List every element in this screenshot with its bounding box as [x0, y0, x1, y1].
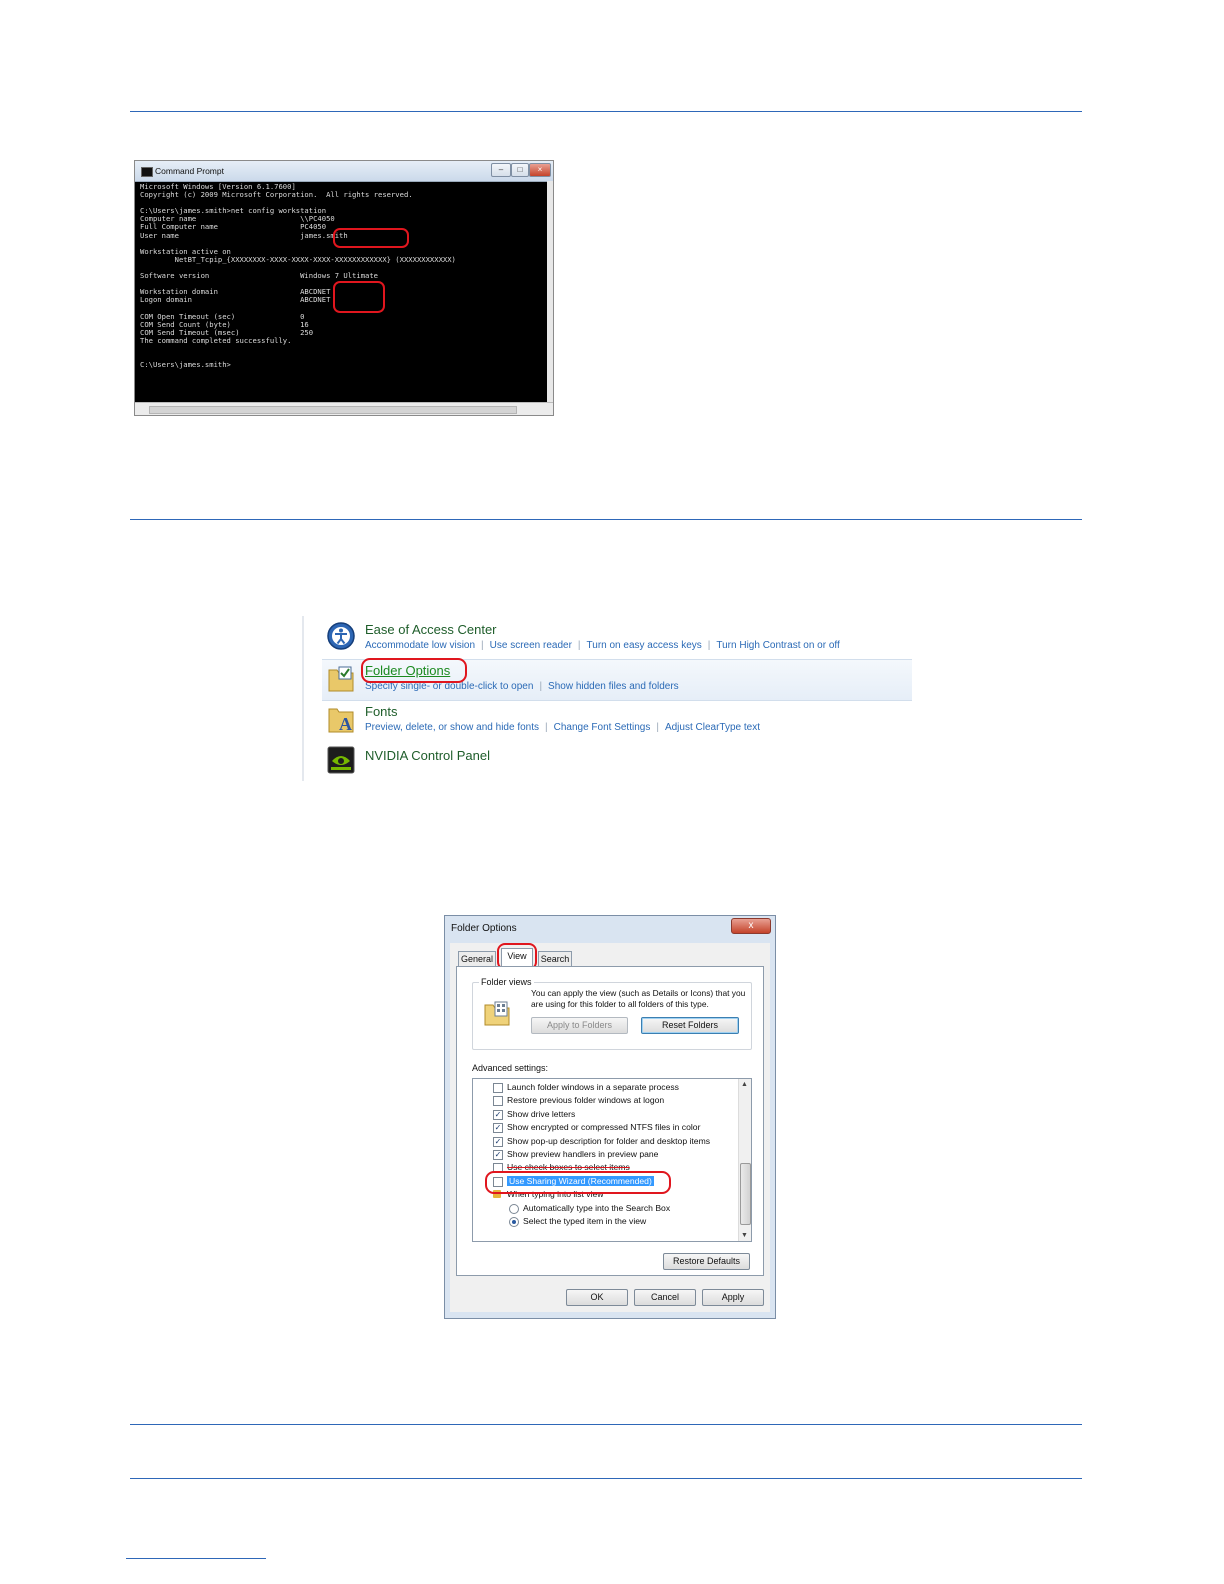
cp-link[interactable]: Preview, delete, or show and hide fonts — [365, 722, 539, 733]
console-line: The command completed successfully. — [140, 335, 292, 345]
folder-views-description: You can apply the view (such as Details … — [531, 988, 746, 1009]
command-prompt-title: Command Prompt — [155, 166, 224, 176]
restore-defaults-button[interactable]: Restore Defaults — [663, 1253, 750, 1270]
view-tab-panel: Folder views You can apply the view (suc… — [456, 966, 764, 1276]
setting-text: Launch folder windows in a separate proc… — [507, 1082, 679, 1092]
command-prompt-window: Command Prompt – □ × Microsoft Windows [… — [134, 160, 554, 416]
highlight-sharing-wizard — [485, 1170, 671, 1194]
setting-text: Show drive letters — [507, 1108, 576, 1119]
reset-folders-button[interactable]: Reset Folders — [641, 1017, 739, 1034]
setting-text: Show pop-up description for folder and d… — [507, 1135, 711, 1146]
setting-label[interactable]: Restore previous folder windows at logon — [507, 1094, 664, 1107]
setting-checkbox[interactable]: ✓ — [493, 1109, 503, 1120]
cp-link[interactable]: Use screen reader — [490, 640, 572, 651]
setting-label[interactable]: Automatically type into the Search Box — [523, 1202, 670, 1215]
cp-link[interactable]: Turn High Contrast on or off — [716, 640, 839, 651]
console-line: C:\Users\james.smith> — [140, 360, 231, 370]
setting-checkbox[interactable]: ✓ — [493, 1150, 503, 1160]
tab-search[interactable]: Search — [538, 951, 572, 966]
control-panel-list: Ease of Access Center Accommodate low vi… — [302, 616, 914, 781]
setting-radio[interactable] — [509, 1203, 519, 1214]
highlight-folder-options — [361, 658, 467, 683]
scroll-thumb[interactable] — [149, 406, 517, 414]
footnote-rule — [126, 1558, 266, 1559]
setting-text: Show encrypted or compressed NTFS files … — [507, 1122, 701, 1133]
section-rule-3 — [130, 1424, 1082, 1425]
scroll-down-icon[interactable]: ▼ — [741, 1232, 748, 1239]
maximize-icon[interactable]: □ — [511, 163, 529, 177]
nvidia-icon — [327, 746, 355, 774]
cp-title[interactable]: Fonts — [365, 704, 398, 719]
cp-item-ease-of-access[interactable]: Ease of Access Center Accommodate low vi… — [322, 618, 912, 658]
folder-views-group: Folder views You can apply the view (suc… — [472, 977, 752, 1050]
minimize-icon[interactable]: – — [491, 163, 511, 177]
setting-text: Select the typed item in the view — [523, 1216, 647, 1226]
console-line: Software version Windows 7 Ultimate — [140, 271, 378, 281]
close-icon[interactable]: × — [529, 163, 551, 177]
cp-title[interactable]: Ease of Access Center — [365, 622, 497, 637]
setting-text: Show preview handlers in preview pane — [507, 1149, 659, 1159]
command-prompt-titlebar: Command Prompt – □ × — [135, 161, 553, 182]
cp-item-folder-options[interactable]: Folder Options Specify single- or double… — [322, 658, 912, 701]
svg-text:A: A — [339, 714, 352, 734]
cp-title[interactable]: NVIDIA Control Panel — [365, 748, 490, 763]
cp-link[interactable]: Adjust ClearType text — [665, 722, 760, 733]
dialog-title: Folder Options — [451, 923, 517, 934]
setting-label[interactable]: Launch folder windows in a separate proc… — [507, 1081, 679, 1094]
advanced-settings-label: Advanced settings: — [472, 1063, 549, 1073]
cp-item-fonts[interactable]: A Fonts Preview, delete, or show and hid… — [322, 702, 912, 740]
advanced-settings-scrollbar[interactable]: ▲ ▼ — [738, 1079, 751, 1241]
console-line: Copyright (c) 2009 Microsoft Corporation… — [140, 190, 413, 200]
cancel-button[interactable]: Cancel — [634, 1289, 696, 1306]
setting-checkbox[interactable]: ✓ — [493, 1123, 503, 1134]
close-icon[interactable]: x — [731, 918, 771, 934]
setting-label[interactable]: Select the typed item in the view — [523, 1215, 646, 1228]
ease-of-access-icon — [327, 622, 355, 650]
scroll-up-icon[interactable]: ▲ — [741, 1081, 748, 1088]
setting-label[interactable]: Show preview handlers in preview pane — [507, 1148, 658, 1161]
folder-views-legend: Folder views — [479, 977, 534, 987]
scroll-thumb[interactable] — [740, 1163, 751, 1225]
setting-label[interactable]: Show drive letters — [507, 1108, 575, 1121]
dialog-body: General View Search Folder views You can… — [450, 943, 770, 1312]
cp-links: Accommodate low vision | Use screen reader… — [365, 640, 840, 651]
cp-item-nvidia[interactable]: NVIDIA Control Panel — [322, 744, 912, 778]
setting-text: Automatically type into the Search Box — [523, 1202, 671, 1213]
console-line: NetBT_Tcpip_{XXXXXXXX-XXXX-XXXX-XXXX-XXX… — [140, 254, 456, 264]
fonts-icon: A — [328, 708, 354, 734]
setting-checkbox[interactable] — [493, 1083, 503, 1093]
highlight-user-name — [333, 228, 409, 248]
cp-link[interactable]: Change Font Settings — [554, 722, 651, 733]
setting-text: Restore previous folder windows at logon — [507, 1095, 665, 1106]
highlight-domains — [333, 281, 385, 313]
advanced-settings-list[interactable]: ▲ ▼ Launch folder windows in a separate … — [472, 1078, 752, 1242]
tab-general[interactable]: General — [458, 951, 496, 966]
section-rule-2 — [130, 519, 1082, 520]
console-icon — [141, 167, 153, 177]
cp-link[interactable]: Show hidden files and folders — [548, 681, 679, 692]
folder-options-icon — [328, 666, 354, 692]
apply-to-folders-button[interactable]: Apply to Folders — [531, 1017, 628, 1034]
horizontal-scrollbar[interactable] — [135, 402, 553, 415]
apply-button[interactable]: Apply — [702, 1289, 764, 1306]
cp-link[interactable]: Accommodate low vision — [365, 640, 475, 651]
setting-label[interactable]: Show pop-up description for folder and d… — [507, 1135, 710, 1148]
setting-radio[interactable] — [509, 1217, 519, 1227]
vertical-scrollbar[interactable] — [547, 181, 553, 403]
setting-checkbox[interactable]: ✓ — [493, 1136, 503, 1147]
cp-links: Preview, delete, or show and hide fonts |… — [365, 722, 760, 733]
folder-options-dialog: Folder Options x General View Search Fol… — [444, 915, 776, 1319]
ok-button[interactable]: OK — [566, 1289, 628, 1306]
setting-label[interactable]: Show encrypted or compressed NTFS files … — [507, 1121, 700, 1134]
folder-views-icon — [484, 1001, 510, 1026]
section-rule-top — [130, 111, 1082, 112]
setting-checkbox[interactable] — [493, 1096, 503, 1107]
section-rule-4 — [130, 1478, 1082, 1479]
cp-link[interactable]: Turn on easy access keys — [587, 640, 702, 651]
